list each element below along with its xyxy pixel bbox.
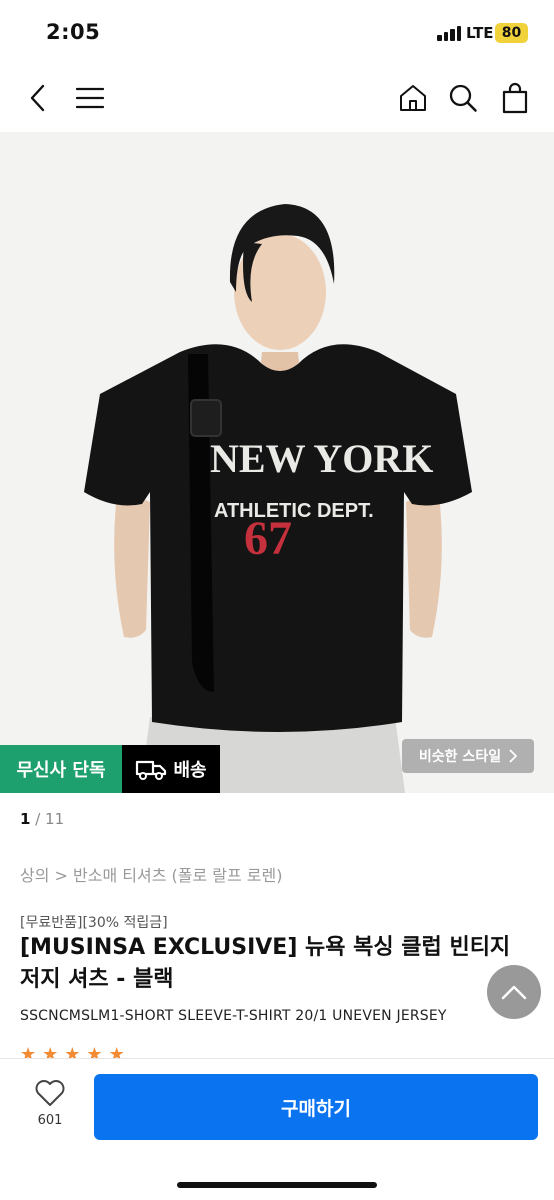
status-time: 2:05	[46, 20, 101, 44]
pager-current: 1	[20, 810, 31, 828]
nav-bar	[0, 66, 554, 132]
image-pager: 1 / 11	[20, 810, 64, 828]
product-title-line1: [MUSINSA EXCLUSIVE] 뉴욕 복싱 클럽 빈티지	[20, 935, 511, 960]
menu-icon[interactable]	[72, 80, 108, 116]
pager-separator: /	[30, 810, 46, 828]
chevron-right-icon	[509, 749, 518, 763]
promo-tags: [무료반품][30% 적립금]	[20, 915, 168, 931]
bottom-action-bar: 601 구매하기	[0, 1058, 554, 1200]
network-label: LTE	[466, 24, 494, 42]
search-icon[interactable]	[445, 80, 481, 116]
delivery-label: 배송	[173, 760, 207, 781]
exclusive-badge: 무신사 단독	[0, 745, 122, 793]
breadcrumb[interactable]: 상의 > 반소매 티셔츠 (폴로 랄프 로렌)	[20, 862, 283, 886]
heart-icon	[35, 1080, 65, 1106]
similar-style-label: 비슷한 스타일	[418, 749, 502, 765]
buy-button[interactable]: 구매하기	[94, 1074, 538, 1140]
product-model: SSCNCMSLM1-SHORT SLEEVE-T-SHIRT 20/1 UNE…	[20, 1008, 447, 1024]
shirt-print-line1: NEW YORK	[210, 436, 433, 481]
product-title-line2: 저지 셔츠 - 블랙	[20, 967, 174, 992]
status-bar: 2:05 LTE 80	[0, 0, 554, 66]
like-count: 601	[37, 1113, 63, 1128]
product-title: [MUSINSA EXCLUSIVE] 뉴욕 복싱 클럽 빈티지 저지 셔츠 -…	[20, 932, 540, 996]
back-icon[interactable]	[20, 80, 56, 116]
truck-icon	[136, 760, 167, 780]
shopping-bag-icon[interactable]	[497, 80, 533, 116]
product-image[interactable]: NEW YORK ATHLETIC DEPT. 67 무신사 단독 배송 비슷한…	[0, 132, 554, 793]
like-button[interactable]: 601	[24, 1079, 76, 1128]
shirt-print-line2: ATHLETIC DEPT.	[214, 500, 374, 522]
battery-icon: 80	[495, 23, 528, 43]
similar-style-button[interactable]: 비슷한 스타일	[402, 739, 534, 773]
shirt-print-number: 67	[244, 512, 292, 565]
pager-total: 11	[45, 810, 65, 828]
home-indicator	[177, 1182, 377, 1188]
scroll-top-button[interactable]	[487, 965, 541, 1019]
home-icon[interactable]	[395, 80, 431, 116]
delivery-badge: 배송	[122, 745, 220, 793]
model-photo: NEW YORK ATHLETIC DEPT. 67	[84, 204, 472, 793]
chevron-up-icon	[501, 985, 527, 1000]
signal-icon	[437, 26, 463, 41]
